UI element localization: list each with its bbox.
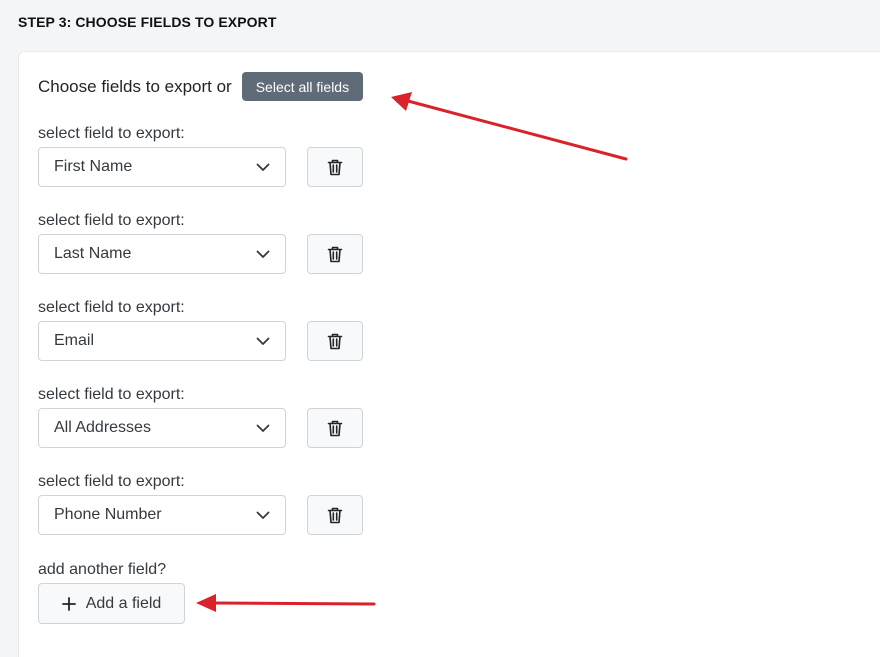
field-select-value: All Addresses bbox=[54, 419, 151, 436]
plus-icon bbox=[61, 596, 76, 611]
step-title: STEP 3: CHOOSE FIELDS TO EXPORT bbox=[18, 14, 277, 30]
trash-icon bbox=[327, 507, 343, 523]
field-group: select field to export: Last Name bbox=[38, 210, 363, 274]
field-row: All Addresses bbox=[38, 408, 363, 448]
delete-field-button[interactable] bbox=[307, 408, 363, 448]
add-field-group: add another field? Add a field bbox=[38, 559, 185, 624]
field-row: Phone Number bbox=[38, 495, 363, 535]
field-select-value: Last Name bbox=[54, 245, 132, 262]
delete-field-button[interactable] bbox=[307, 234, 363, 274]
field-group: select field to export: All Addresses bbox=[38, 384, 363, 448]
chevron-down-icon bbox=[256, 163, 270, 171]
chevron-down-icon bbox=[256, 511, 270, 519]
field-select[interactable]: Phone Number bbox=[38, 495, 286, 535]
add-field-button-label: Add a field bbox=[85, 594, 162, 612]
field-group: select field to export: Phone Number bbox=[38, 471, 363, 535]
chevron-down-icon bbox=[256, 337, 270, 345]
field-select[interactable]: First Name bbox=[38, 147, 286, 187]
field-label: select field to export: bbox=[38, 473, 185, 490]
field-select[interactable]: Email bbox=[38, 321, 286, 361]
field-select-value: First Name bbox=[54, 158, 133, 175]
field-select[interactable]: All Addresses bbox=[38, 408, 286, 448]
select-all-fields-button[interactable]: Select all fields bbox=[241, 72, 364, 101]
delete-field-button[interactable] bbox=[307, 147, 363, 187]
field-label: select field to export: bbox=[38, 125, 185, 142]
field-row: Last Name bbox=[38, 234, 363, 274]
field-label: select field to export: bbox=[38, 386, 185, 403]
delete-field-button[interactable] bbox=[307, 321, 363, 361]
trash-icon bbox=[327, 159, 343, 175]
field-group: select field to export: Email bbox=[38, 297, 363, 361]
field-label: select field to export: bbox=[38, 299, 185, 316]
chevron-down-icon bbox=[256, 250, 270, 258]
field-group: select field to export: First Name bbox=[38, 123, 363, 187]
field-row: First Name bbox=[38, 147, 363, 187]
trash-icon bbox=[327, 420, 343, 436]
field-label: select field to export: bbox=[38, 212, 185, 229]
add-field-label: add another field? bbox=[38, 561, 167, 578]
chevron-down-icon bbox=[256, 424, 270, 432]
field-select-value: Phone Number bbox=[54, 506, 162, 523]
field-select-value: Email bbox=[54, 332, 95, 349]
export-step-page: STEP 3: CHOOSE FIELDS TO EXPORT Choose f… bbox=[0, 0, 880, 657]
field-select[interactable]: Last Name bbox=[38, 234, 286, 274]
field-row: Email bbox=[38, 321, 363, 361]
add-field-button[interactable]: Add a field bbox=[38, 583, 185, 624]
intro-text: Choose fields to export or bbox=[38, 76, 232, 96]
trash-icon bbox=[327, 246, 343, 262]
trash-icon bbox=[327, 333, 343, 349]
delete-field-button[interactable] bbox=[307, 495, 363, 535]
intro-row: Choose fields to export or Select all fi… bbox=[38, 72, 364, 101]
